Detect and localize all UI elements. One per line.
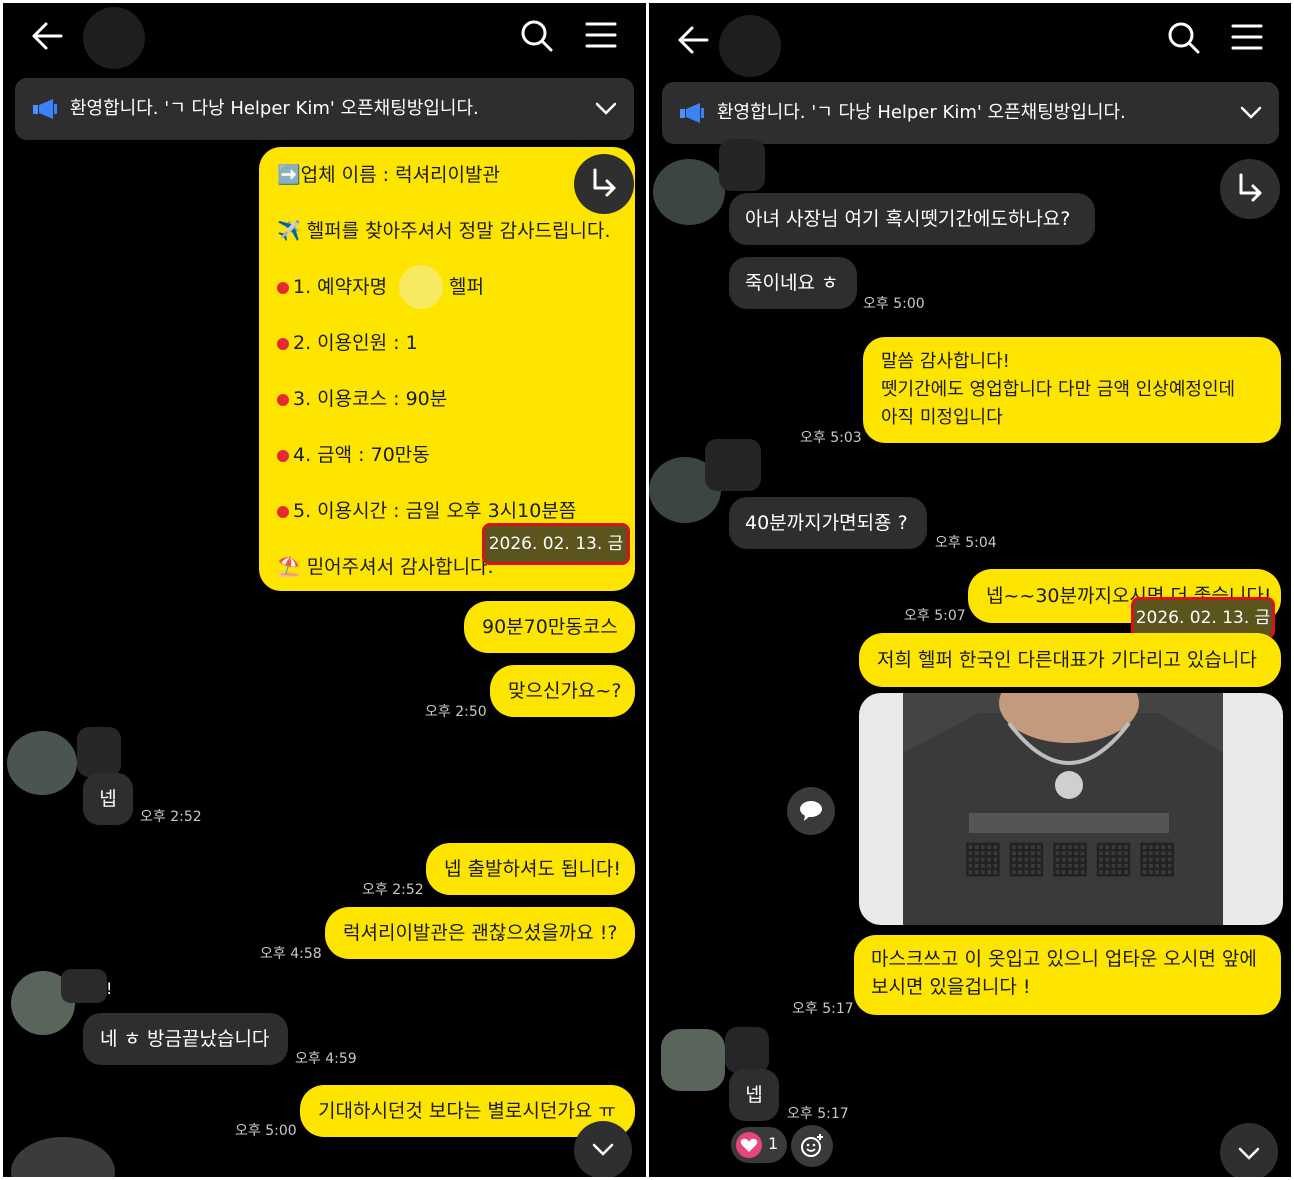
search-icon[interactable] <box>1167 21 1201 55</box>
share-arrow-icon <box>593 168 616 197</box>
back-arrow-icon[interactable] <box>31 21 63 51</box>
date-stamp-highlight: 2026. 02. 13. 금 <box>482 523 630 565</box>
message-bubble-multiline: 말씀 감사합니다! 뗏기간에도 영업합니다 다만 금액 인상예정인데 아직 미정… <box>863 337 1281 443</box>
sender-avatar[interactable] <box>653 159 725 225</box>
sender-avatar[interactable] <box>7 731 77 795</box>
sender-name-blurred <box>705 439 761 491</box>
message-line: 말씀 감사합니다! <box>881 351 1010 372</box>
sender-name-blurred <box>725 1027 769 1073</box>
pin-icon <box>277 338 289 350</box>
pin-icon <box>277 282 289 294</box>
emoji-add-icon <box>801 1134 823 1157</box>
sender-avatar[interactable] <box>11 1137 115 1177</box>
reaction-heart-button[interactable]: 1 <box>731 1127 787 1163</box>
scroll-down-button[interactable] <box>1220 1123 1278 1177</box>
share-button[interactable] <box>574 154 634 214</box>
chat-panel-right: 환영합니다. 'ㄱ 다낭 Helper Kim' 오픈채팅방입니다. 아녀 사장… <box>649 3 1291 1177</box>
notice-text: 환영합니다. 'ㄱ 다낭 Helper Kim' 오픈채팅방입니다. <box>70 98 479 119</box>
post-line: 4. 금액 : 70만동 <box>277 441 430 469</box>
message-line: 보시면 있을겁니다 ! <box>871 976 1031 998</box>
timestamp: 오후 2:50 <box>425 704 487 720</box>
chat-panel-left: 환영합니다. 'ㄱ 다낭 Helper Kim' 오픈채팅방입니다. ➡️업체 … <box>3 3 646 1177</box>
message-bubble: 럭셔리이발관은 괜찮으셨을까요 !? <box>325 907 635 959</box>
message-bubble: 죽이네요 ㅎ <box>729 257 857 309</box>
photo-image: ▦▦▦▦▦ <box>903 693 1223 925</box>
timestamp: 오후 2:52 <box>140 809 202 825</box>
post-line: 3. 이용코스 : 90분 <box>277 385 447 413</box>
post-line: 헬퍼 <box>449 276 484 298</box>
chevron-down-icon <box>592 1143 614 1156</box>
pin-icon <box>277 450 289 462</box>
scroll-down-button[interactable] <box>574 1121 632 1177</box>
message-bubble: 넵 <box>83 773 133 825</box>
timestamp: 오후 4:59 <box>295 1051 357 1067</box>
post-line: 2. 이용인원 : 1 <box>277 329 418 357</box>
reaction-count: 1 <box>768 1134 779 1153</box>
post-line: ⛱️ 믿어주셔서 감사합니다. <box>277 556 494 578</box>
notice-text: 환영합니다. 'ㄱ 다낭 Helper Kim' 오픈채팅방입니다. <box>717 102 1126 123</box>
message-line: 아직 미정입니다 <box>881 407 1003 428</box>
megaphone-icon <box>33 99 57 119</box>
back-arrow-icon[interactable] <box>677 25 709 55</box>
blurred-name <box>399 265 443 309</box>
chevron-down-icon <box>1238 1147 1260 1160</box>
timestamp: 오후 5:03 <box>800 430 862 446</box>
timestamp: 오후 5:17 <box>787 1106 849 1122</box>
post-line: ✈️ 헬퍼를 찾아주셔서 정말 감사드립니다. <box>277 220 611 242</box>
comment-button[interactable] <box>787 787 835 835</box>
notice-banner[interactable]: 환영합니다. 'ㄱ 다낭 Helper Kim' 오픈채팅방입니다. <box>662 82 1279 144</box>
timestamp: 오후 5:07 <box>904 608 966 624</box>
timestamp: 오후 5:04 <box>935 535 997 551</box>
share-arrow-icon <box>1239 173 1262 202</box>
message-bubble-multiline: 마스크쓰고 이 옷입고 있으니 업타운 오시면 앞에 보시면 있을겁니다 ! <box>854 935 1281 1015</box>
speech-bubble-icon <box>800 801 822 821</box>
timestamp: 오후 5:00 <box>863 296 925 312</box>
sender-name-blurred <box>77 727 121 777</box>
chat-avatar[interactable] <box>719 15 781 77</box>
menu-icon[interactable] <box>585 21 617 49</box>
message-bubble: 넵 출발하셔도 됩니다! <box>426 843 635 895</box>
chevron-down-icon[interactable] <box>1240 106 1262 120</box>
message-bubble: 네 ㅎ 방금끝났습니다 <box>83 1013 288 1065</box>
message-bubble: 40분까지가면되죵 ? <box>729 497 927 549</box>
photo-message[interactable]: ▦▦▦▦▦ <box>859 693 1283 925</box>
pin-icon <box>277 506 289 518</box>
timestamp: 오후 2:52 <box>362 882 424 898</box>
pin-icon <box>277 394 289 406</box>
menu-icon[interactable] <box>1231 23 1263 51</box>
sender-name-blurred <box>719 139 765 191</box>
timestamp: 오후 5:17 <box>792 1001 854 1017</box>
search-icon[interactable] <box>520 19 554 53</box>
post-line: ➡️업체 이름 : 럭셔리이발관 <box>277 164 500 186</box>
chevron-down-icon[interactable] <box>595 102 617 116</box>
message-bubble: 넵 <box>729 1069 779 1121</box>
sender-name-mark: ! <box>106 979 113 998</box>
message-bubble: 90분70만동코스 <box>464 601 635 653</box>
post-line-reserver: 1. 예약자명 <box>277 273 387 301</box>
sender-avatar[interactable] <box>661 1029 725 1091</box>
sender-name-blurred <box>61 969 107 1003</box>
shirt-graphic: ▦▦▦▦▦ <box>962 831 1180 882</box>
notice-banner[interactable]: 환영합니다. 'ㄱ 다낭 Helper Kim' 오픈채팅방입니다. <box>15 78 634 140</box>
message-line: 마스크쓰고 이 옷입고 있으니 업타운 오시면 앞에 <box>871 948 1257 970</box>
add-reaction-button[interactable] <box>791 1125 833 1167</box>
chat-avatar[interactable] <box>83 7 145 69</box>
timestamp: 오후 5:00 <box>235 1123 297 1139</box>
post-line: 5. 이용시간 : 금일 오후 3시10분쯤 <box>277 497 576 525</box>
timestamp: 오후 4:58 <box>260 946 322 962</box>
message-bubble: 저희 헬퍼 한국인 다른대표가 기다리고 있습니다 <box>859 633 1281 687</box>
message-bubble: 맞으신가요~? <box>490 665 635 717</box>
message-bubble: 아녀 사장님 여기 혹시뗏기간에도하나요? <box>729 193 1095 245</box>
share-button[interactable] <box>1220 159 1280 219</box>
heart-icon <box>736 1132 762 1158</box>
message-line: 뗏기간에도 영업합니다 다만 금액 인상예정인데 <box>881 379 1236 400</box>
megaphone-icon <box>680 103 704 123</box>
